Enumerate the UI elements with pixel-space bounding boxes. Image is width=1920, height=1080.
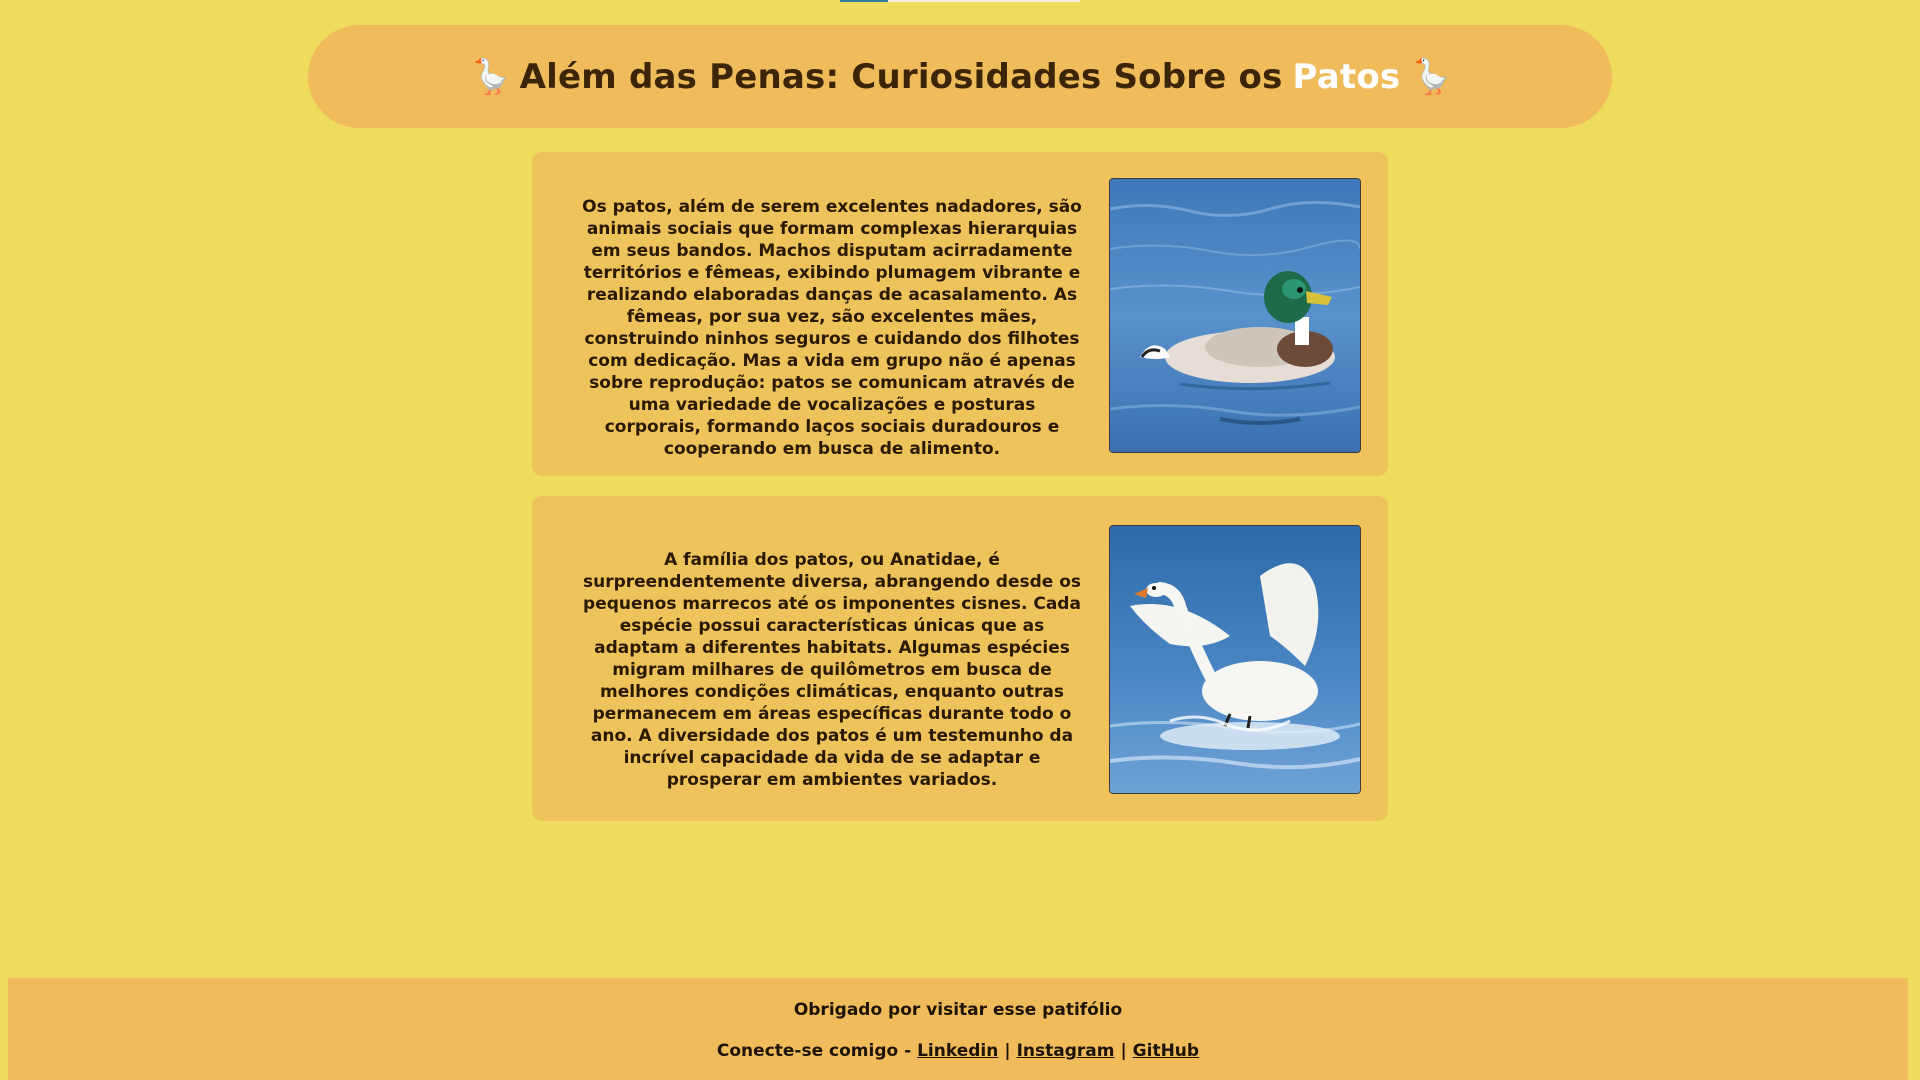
page-title-accent: Patos bbox=[1292, 56, 1401, 97]
card-paragraph: A família dos patos, ou Anatidae, é surp… bbox=[582, 550, 1082, 790]
page-title-main: Além das Penas: Curiosidades Sobre os bbox=[519, 56, 1283, 97]
top-indicator-track bbox=[888, 0, 1080, 2]
card-paragraph: Os patos, além de serem excelentes nadad… bbox=[582, 197, 1082, 459]
page-title: 🪿 Além das Penas: Curiosidades Sobre os … bbox=[469, 56, 1453, 97]
top-scroll-indicator bbox=[840, 0, 1080, 2]
linkedin-link[interactable]: Linkedin bbox=[917, 1041, 998, 1061]
info-card-social-behavior: Os patos, além de serem excelentes nadad… bbox=[532, 152, 1388, 476]
footer-separator: | bbox=[1004, 1041, 1011, 1061]
page-footer: Obrigado por visitar esse patifólio Cone… bbox=[8, 978, 1908, 1080]
mallard-duck-illustration bbox=[1110, 179, 1360, 452]
info-card-diversity: A família dos patos, ou Anatidae, é surp… bbox=[532, 496, 1388, 821]
footer-connect: Conecte-se comigo - Linkedin | Instagram | G… bbox=[8, 1041, 1908, 1061]
swan-photo bbox=[1109, 525, 1361, 794]
footer-thanks: Obrigado por visitar esse patifólio bbox=[793, 1000, 1123, 1020]
goose-icon: 🪿 bbox=[469, 56, 513, 97]
footer-separator: | bbox=[1120, 1041, 1127, 1061]
footer-connect-label: Conecte-se comigo - bbox=[716, 1041, 912, 1061]
swan-illustration bbox=[1110, 526, 1360, 793]
instagram-link[interactable]: Instagram bbox=[1017, 1041, 1115, 1061]
page-header: 🪿 Além das Penas: Curiosidades Sobre os … bbox=[308, 25, 1612, 128]
mallard-duck-photo bbox=[1109, 178, 1361, 453]
github-link[interactable]: GitHub bbox=[1133, 1041, 1199, 1061]
goose-icon: 🪿 bbox=[1410, 56, 1453, 97]
top-indicator-progress bbox=[840, 0, 888, 2]
